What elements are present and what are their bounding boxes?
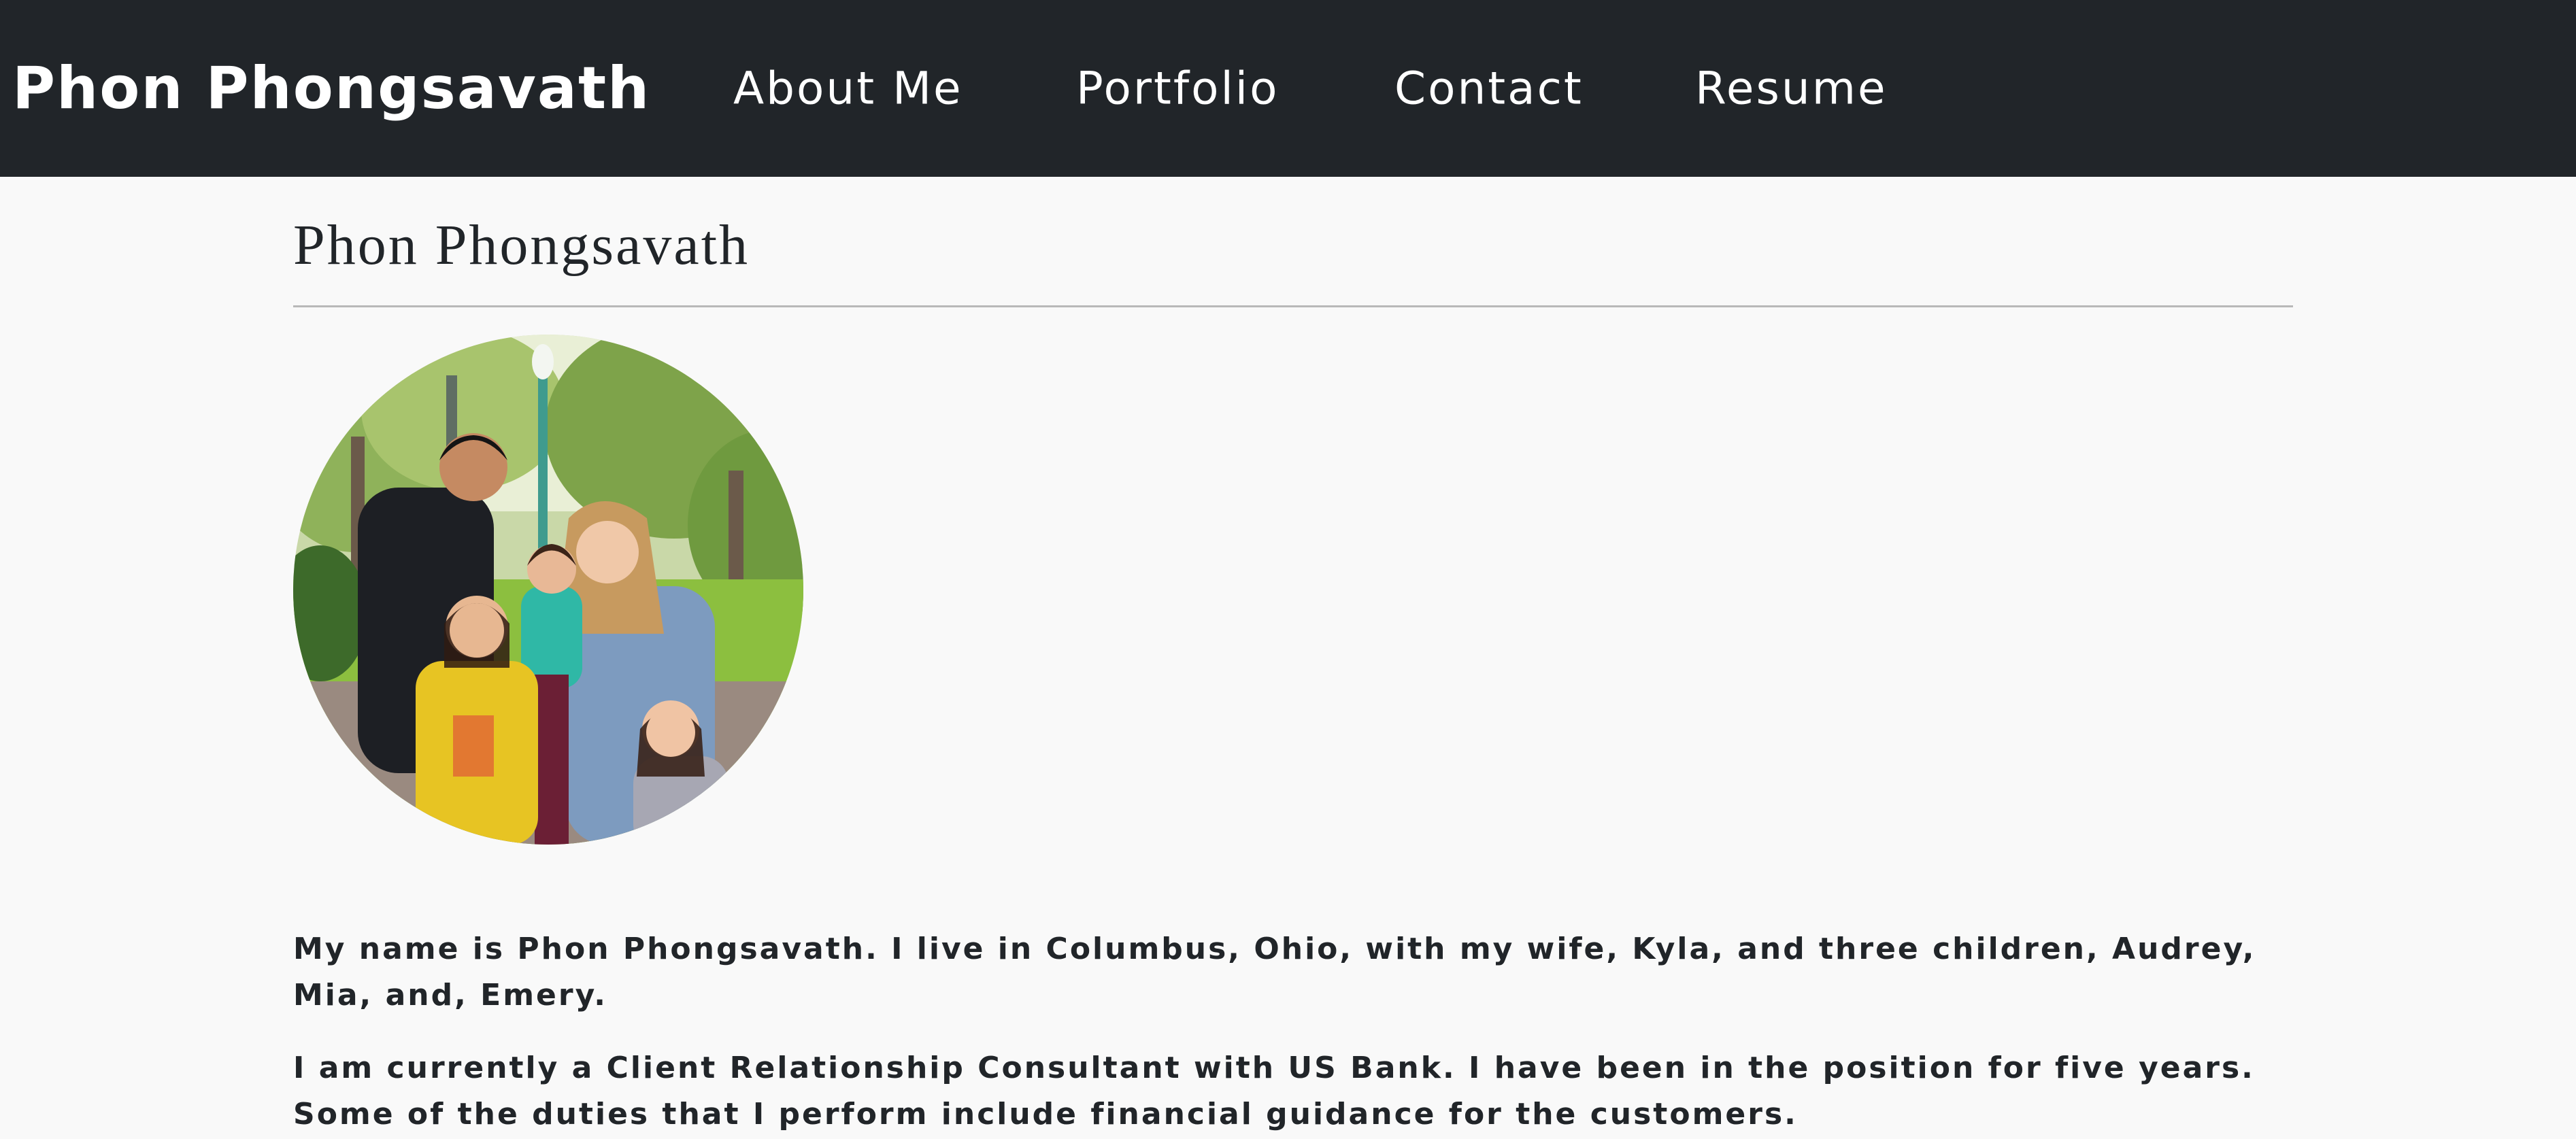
nav-link-portfolio[interactable]: Portfolio bbox=[1076, 63, 1279, 115]
title-divider bbox=[293, 305, 2293, 307]
page-title: Phon Phongsavath bbox=[293, 214, 750, 277]
top-navbar: Phon Phongsavath About Me Portfolio Cont… bbox=[0, 0, 2576, 177]
family-photo-illustration bbox=[293, 335, 803, 845]
nav-link-about-me[interactable]: About Me bbox=[733, 63, 963, 115]
bio-paragraph-career: I am currently a Client Relationship Con… bbox=[293, 1051, 2255, 1132]
nav-link-contact[interactable]: Contact bbox=[1394, 63, 1584, 115]
profile-photo bbox=[293, 335, 803, 845]
brand-link[interactable]: Phon Phongsavath bbox=[12, 54, 650, 122]
bio-paragraph-intro: My name is Phon Phongsavath. I live in C… bbox=[293, 932, 2256, 1013]
nav-link-resume[interactable]: Resume bbox=[1695, 63, 1888, 115]
